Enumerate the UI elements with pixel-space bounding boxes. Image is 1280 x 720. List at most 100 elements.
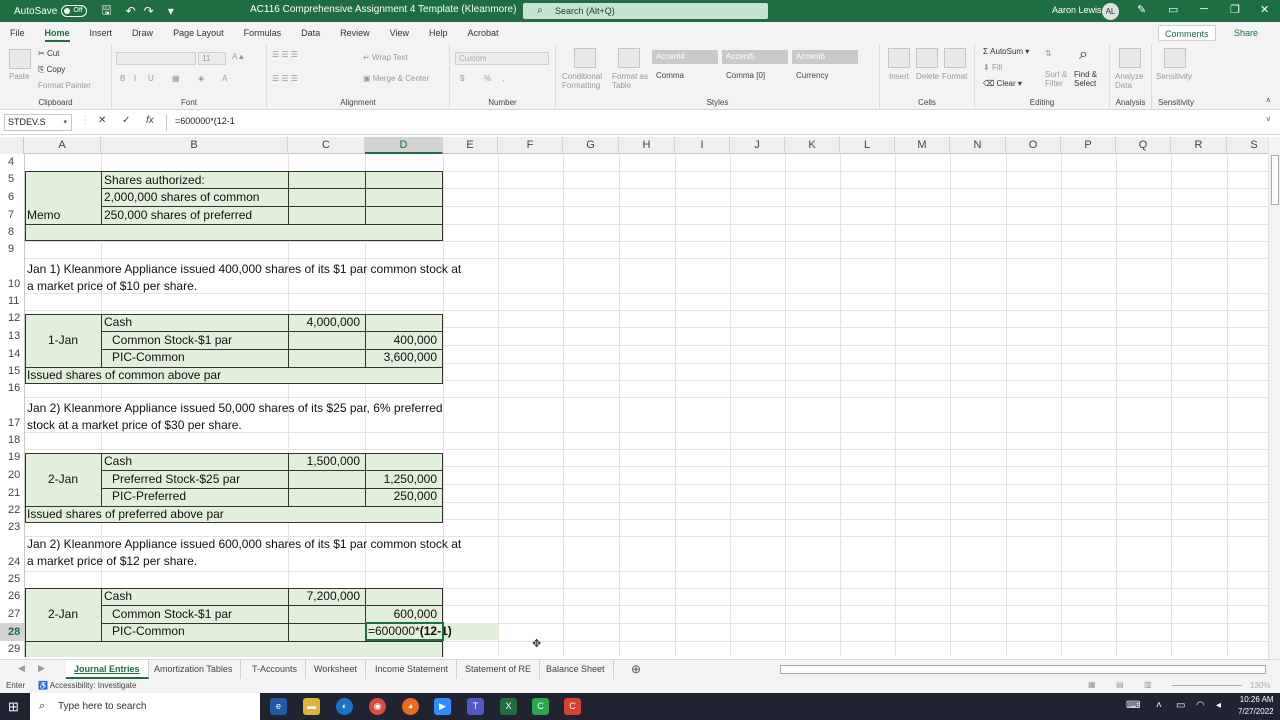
column-header-i[interactable]: I [675, 137, 730, 154]
horizontal-scrollbar[interactable] [780, 665, 1266, 674]
column-header-j[interactable]: J [730, 137, 785, 154]
keyboard-icon[interactable]: ⌨ [1126, 700, 1140, 711]
percent-button[interactable]: % [484, 74, 491, 83]
next-sheet-icon[interactable]: ▶ [38, 663, 45, 674]
conditional-formatting-button[interactable]: Conditional Formatting [562, 72, 610, 90]
windows-start-icon[interactable]: ⊞ [8, 699, 19, 715]
volume-icon[interactable]: ◂ [1216, 700, 1221, 711]
sheet-tab-amortization-tables[interactable]: Amortization Tables [146, 660, 242, 679]
sheet-tab-statement-of-re[interactable]: Statement of RE [457, 660, 541, 679]
cell-style-comma0[interactable]: Comma [0] [722, 69, 788, 83]
cell-a10-line1[interactable]: Jan 1) Kleanmore Appliance issued 400,00… [27, 261, 467, 277]
cut-button[interactable]: ✂ Cut [38, 49, 59, 58]
page-layout-icon[interactable]: ▤ [1116, 680, 1124, 689]
sensitivity-icon[interactable] [1164, 48, 1186, 68]
format-painter-button[interactable]: Format Painter [38, 81, 91, 90]
row-header-24[interactable]: 24 [0, 536, 24, 571]
file-explorer-icon[interactable]: ▬ [303, 698, 320, 715]
sheet-tab-journal-entries[interactable]: Journal Entries [66, 660, 149, 679]
search-box[interactable]: ⌕ Search (Alt+Q) [523, 3, 768, 19]
tab-draw[interactable]: Draw [122, 22, 163, 44]
cell-a24-line1[interactable]: Jan 2) Kleanmore Appliance issued 600,00… [27, 536, 467, 552]
share-button[interactable]: Share [1228, 25, 1264, 41]
row-header-17[interactable]: 17 [0, 397, 24, 432]
tab-insert[interactable]: Insert [80, 22, 123, 44]
ribbon-display-icon[interactable]: ▭ [1168, 3, 1178, 16]
sheet-tab-t-accounts[interactable]: T-Accounts [244, 660, 307, 679]
row-header-29[interactable]: 29 [0, 641, 24, 657]
network-icon[interactable]: ▭ [1176, 700, 1185, 711]
cell-a27[interactable]: 2-Jan [26, 606, 100, 622]
cell-a20[interactable]: 2-Jan [26, 471, 100, 487]
cell-b7[interactable]: 250,000 shares of preferred [104, 207, 287, 223]
cell-a17-line2[interactable]: stock at a market price of $30 per share… [27, 417, 467, 433]
cell-c26[interactable]: 7,200,000 [290, 588, 360, 604]
cell-d21[interactable]: 250,000 [367, 488, 437, 504]
align-left-icon[interactable]: ☰ ☰ ☰ [272, 74, 298, 83]
column-header-g[interactable]: G [563, 137, 619, 154]
delete-cells-icon[interactable] [916, 48, 938, 68]
add-sheet-icon[interactable]: ⊕ [631, 662, 641, 676]
cell-b14[interactable]: PIC-Common [112, 349, 287, 365]
clear-button[interactable]: ⌫ Clear ▾ [983, 79, 1022, 88]
cell-a10-line2[interactable]: a market price of $10 per share. [27, 278, 467, 294]
column-header-s[interactable]: S [1227, 137, 1268, 154]
column-header-a[interactable]: A [24, 137, 101, 154]
insert-function-icon[interactable]: fx [146, 115, 154, 126]
row-header-14[interactable]: 14 [0, 345, 24, 363]
tab-acrobat[interactable]: Acrobat [458, 22, 509, 44]
row-header-25[interactable]: 25 [0, 571, 24, 588]
teams-icon[interactable]: T [467, 698, 484, 715]
underline-button[interactable]: U [148, 74, 154, 83]
sheet-tab-balance-sheet[interactable]: Balance Sheet [538, 660, 614, 679]
cell-d13[interactable]: 400,000 [367, 332, 437, 348]
sheet-tab-worksheet[interactable]: Worksheet [306, 660, 366, 679]
firefox-icon[interactable]: ◕ [402, 698, 419, 715]
tray-chevron-icon[interactable]: ˄ [1156, 700, 1162, 711]
number-format-box[interactable]: Custom [455, 52, 549, 65]
sort-filter-icon[interactable]: ⇅ [1045, 49, 1052, 58]
cell-style-accent5[interactable]: Accent5 [722, 50, 788, 64]
cancel-icon[interactable]: ✕ [98, 115, 106, 126]
sort-filter-button[interactable]: Sort & Filter [1045, 70, 1073, 88]
row-header-21[interactable]: 21 [0, 484, 24, 502]
enter-icon[interactable]: ✓ [122, 115, 130, 126]
vertical-scroll-thumb[interactable] [1271, 155, 1279, 205]
customize-qat-icon[interactable]: ▾ [168, 4, 174, 18]
cell-b21[interactable]: PIC-Preferred [112, 488, 287, 504]
expand-formula-icon[interactable]: ˅ [1266, 115, 1271, 124]
cell-b27[interactable]: Common Stock-$1 par [112, 606, 287, 622]
ie-icon[interactable]: e [270, 698, 287, 715]
tab-help[interactable]: Help [419, 22, 458, 44]
autosave-control[interactable]: AutoSave Off [14, 5, 88, 17]
cell-a22[interactable]: Issued shares of preferred above par [27, 506, 427, 522]
cell-d20[interactable]: 1,250,000 [367, 471, 437, 487]
format-cells-button[interactable]: Format [942, 72, 967, 81]
column-header-c[interactable]: C [288, 137, 365, 154]
row-header-22[interactable]: 22 [0, 502, 24, 519]
collapse-ribbon-icon[interactable]: ˄ [1266, 96, 1271, 105]
redo-icon[interactable]: ↷ [144, 4, 154, 18]
tab-formulas[interactable]: Formulas [234, 22, 292, 44]
sensitivity-button[interactable]: Sensitivity [1156, 72, 1192, 81]
autosave-toggle[interactable]: Off [61, 5, 88, 17]
row-header-18[interactable]: 18 [0, 432, 24, 449]
select-all-corner[interactable] [0, 137, 24, 154]
analyze-data-icon[interactable] [1119, 48, 1141, 68]
tab-review[interactable]: Review [330, 22, 380, 44]
column-header-f[interactable]: F [498, 137, 563, 154]
row-header-15[interactable]: 15 [0, 363, 24, 380]
cell-style-accent4[interactable]: Accent4 [652, 50, 718, 64]
row-header-11[interactable]: 11 [0, 293, 24, 310]
column-header-r[interactable]: R [1171, 137, 1227, 154]
row-header-7[interactable]: 7 [0, 206, 24, 224]
excel-icon[interactable]: X [500, 698, 517, 715]
camtasia-icon[interactable]: C [532, 698, 549, 715]
accessibility-status[interactable]: ♿ Accessibility: Investigate [38, 681, 136, 690]
fill-color-icon[interactable]: ◈ [198, 74, 204, 83]
cell-d27[interactable]: 600,000 [367, 606, 437, 622]
taskbar-clock[interactable]: 10:26 AM 7/27/2022 [1238, 694, 1274, 718]
column-header-k[interactable]: K [785, 137, 840, 154]
insert-cells-icon[interactable] [888, 48, 910, 68]
save-icon[interactable]: 🖫 [101, 1, 111, 22]
